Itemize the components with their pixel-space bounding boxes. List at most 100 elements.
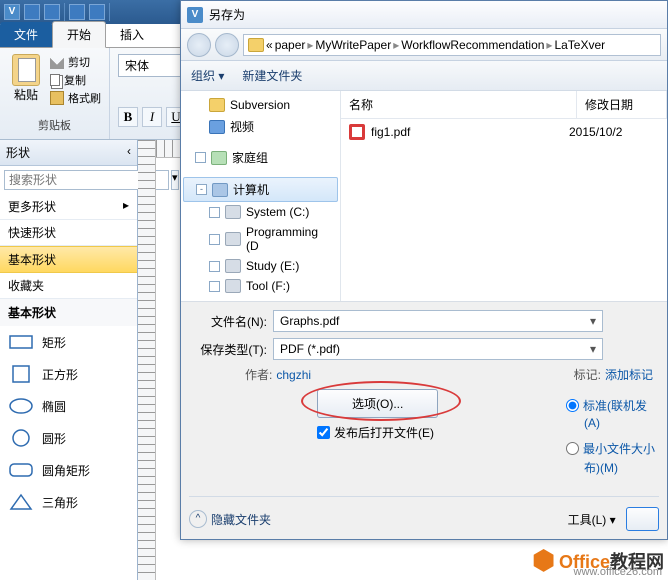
undo-icon[interactable] xyxy=(44,4,60,20)
expand-icon[interactable] xyxy=(209,207,220,218)
author-label: 作者: xyxy=(245,366,272,383)
visio-icon: V xyxy=(187,7,203,23)
save-button[interactable] xyxy=(626,507,659,531)
watermark: ⬢ Office教程网 www.office26.com xyxy=(532,545,664,576)
copy-button[interactable]: 复制 xyxy=(50,72,101,88)
visio-icon: V xyxy=(4,4,20,20)
shape-ellipse[interactable]: 椭圆 xyxy=(0,390,137,422)
shape-roundrect[interactable]: 圆角矩形 xyxy=(0,454,137,486)
tools-menu[interactable]: 工具(L) ▾ xyxy=(568,511,616,528)
rect-icon xyxy=(8,332,34,352)
tree-video[interactable]: 视频 xyxy=(181,115,340,138)
tags-add[interactable]: 添加标记 xyxy=(605,366,653,383)
clipboard-group: 粘贴 剪切 复制 格式刷 剪贴板 xyxy=(0,48,110,139)
folder-icon xyxy=(248,38,264,52)
forward-button[interactable] xyxy=(215,33,239,57)
tab-file[interactable]: 文件 xyxy=(0,22,52,47)
paste-label: 粘贴 xyxy=(14,86,38,103)
qat-icon[interactable] xyxy=(89,4,105,20)
cut-button[interactable]: 剪切 xyxy=(50,54,101,70)
file-list: 名称 修改日期 fig1.pdf 2015/10/2 xyxy=(341,91,667,301)
expand-icon[interactable] xyxy=(195,152,206,163)
section-title: 基本形状 xyxy=(0,299,137,326)
optical-icon xyxy=(225,301,241,302)
tab-insert[interactable]: 插入 xyxy=(106,22,158,47)
open-after-checkbox[interactable] xyxy=(317,426,330,439)
clipboard-group-label: 剪贴板 xyxy=(6,115,103,135)
shape-square[interactable]: 正方形 xyxy=(0,358,137,390)
format-painter-button[interactable]: 格式刷 xyxy=(50,90,101,106)
expand-icon[interactable] xyxy=(209,261,220,272)
tree-study-e[interactable]: Study (E:) xyxy=(181,256,340,276)
italic-button[interactable]: I xyxy=(142,107,162,127)
col-name[interactable]: 名称 xyxy=(341,91,577,118)
chevron-up-icon: ^ xyxy=(189,510,207,528)
cat-favorites[interactable]: 收藏夹 xyxy=(0,273,137,299)
triangle-icon xyxy=(8,492,34,512)
col-date[interactable]: 修改日期 xyxy=(577,91,667,118)
video-icon xyxy=(209,120,225,134)
pdf-icon xyxy=(349,124,365,140)
dialog-titlebar: V 另存为 xyxy=(181,1,667,29)
radio-min-input[interactable] xyxy=(566,442,579,455)
qat-icon[interactable] xyxy=(69,4,85,20)
tags-label: 标记: xyxy=(574,366,601,383)
cat-more-shapes[interactable]: 更多形状▸ xyxy=(0,194,137,220)
expand-icon[interactable] xyxy=(209,234,220,245)
author-value[interactable]: chgzhi xyxy=(276,368,311,382)
cat-quick-shapes[interactable]: 快速形状 xyxy=(0,220,137,246)
tree-computer[interactable]: -计算机 xyxy=(183,177,338,202)
savetype-combo[interactable]: PDF (*.pdf) xyxy=(273,338,603,360)
radio-standard[interactable]: 标准(联机发 xyxy=(566,397,655,414)
shapes-header: 形状 ‹ xyxy=(0,140,137,166)
category-list: 更多形状▸ 快速形状 基本形状 收藏夹 xyxy=(0,194,137,299)
save-icon[interactable] xyxy=(24,4,40,20)
tree-tool-f[interactable]: Tool (F:) xyxy=(181,276,340,296)
filename-label: 文件名(N): xyxy=(195,313,267,330)
expand-icon[interactable] xyxy=(209,281,220,292)
paste-button[interactable]: 粘贴 xyxy=(6,52,46,106)
file-row[interactable]: fig1.pdf 2015/10/2 xyxy=(341,119,667,145)
square-icon xyxy=(8,364,34,384)
copy-icon xyxy=(50,74,60,86)
dialog-nav: « paper▸ MyWritePaper▸ WorkflowRecommend… xyxy=(181,29,667,61)
folder-tree: Subversion 视频 家庭组 -计算机 System (C:) Progr… xyxy=(181,91,341,301)
shape-circle[interactable]: 圆形 xyxy=(0,422,137,454)
homegroup-icon xyxy=(211,151,227,165)
separator xyxy=(109,3,110,21)
shape-rect[interactable]: 矩形 xyxy=(0,326,137,358)
options-button[interactable]: 选项(O)... xyxy=(317,389,438,418)
chevron-icon[interactable]: ‹ xyxy=(127,144,131,161)
dialog-toolbar: 组织 ▾ 新建文件夹 xyxy=(181,61,667,91)
tree-homegroup[interactable]: 家庭组 xyxy=(181,146,340,169)
drive-icon xyxy=(225,232,241,246)
collapse-icon[interactable]: - xyxy=(196,184,207,195)
tree-subversion[interactable]: Subversion xyxy=(181,95,340,115)
tree-optical[interactable]: CD 驱动器 (H xyxy=(181,296,340,301)
drive-icon xyxy=(225,205,241,219)
hide-folders-button[interactable]: ^ 隐藏文件夹 xyxy=(189,510,271,528)
cat-basic-shapes[interactable]: 基本形状 xyxy=(0,246,137,273)
tab-home[interactable]: 开始 xyxy=(52,21,106,48)
radio-min[interactable]: 最小文件大小 xyxy=(566,440,655,457)
office-logo-icon: ⬢ xyxy=(532,545,555,576)
bold-button[interactable]: B xyxy=(118,107,138,127)
tree-system-c[interactable]: System (C:) xyxy=(181,202,340,222)
new-folder-button[interactable]: 新建文件夹 xyxy=(242,67,302,84)
drive-icon xyxy=(225,259,241,273)
shape-triangle[interactable]: 三角形 xyxy=(0,486,137,518)
back-button[interactable] xyxy=(187,33,211,57)
computer-icon xyxy=(212,183,228,197)
savetype-label: 保存类型(T): xyxy=(195,341,267,358)
shapes-search: ▾ 🔍 xyxy=(0,166,137,194)
radio-standard-input[interactable] xyxy=(566,399,579,412)
paste-icon xyxy=(12,54,40,86)
filename-input[interactable]: Graphs.pdf xyxy=(273,310,603,332)
search-dropdown[interactable]: ▾ xyxy=(171,170,179,190)
save-as-dialog: V 另存为 « paper▸ MyWritePaper▸ WorkflowRec… xyxy=(180,0,668,540)
separator xyxy=(64,3,65,21)
organize-button[interactable]: 组织 ▾ xyxy=(191,67,224,84)
tree-programming-d[interactable]: Programming (D xyxy=(181,222,340,256)
breadcrumb[interactable]: « paper▸ MyWritePaper▸ WorkflowRecommend… xyxy=(243,34,661,56)
dialog-body: Subversion 视频 家庭组 -计算机 System (C:) Progr… xyxy=(181,91,667,301)
